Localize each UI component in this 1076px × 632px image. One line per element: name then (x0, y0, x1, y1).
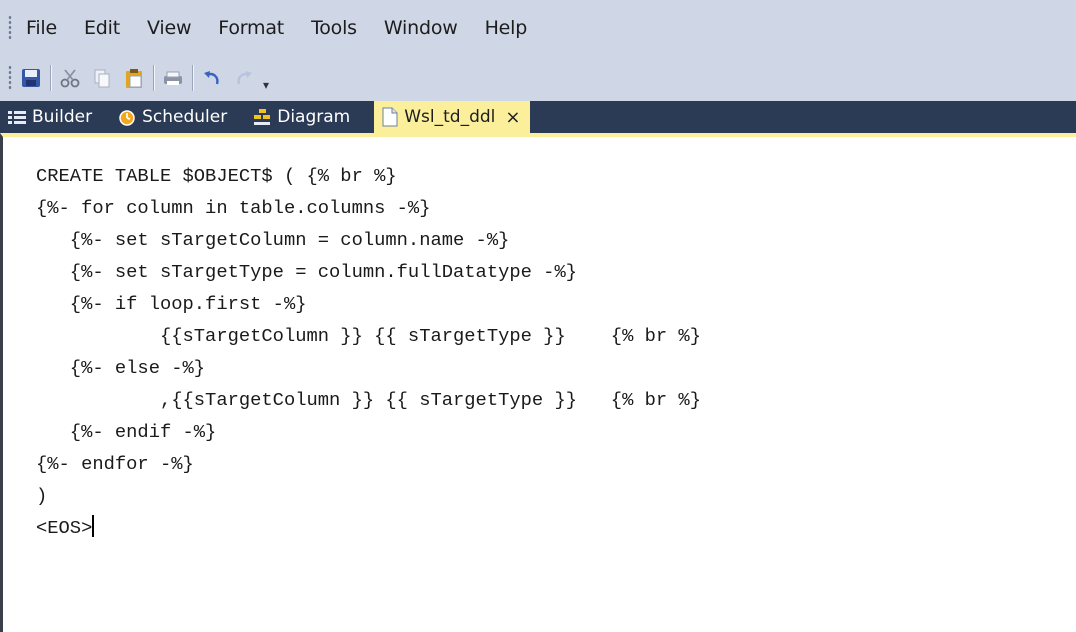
text-caret (92, 515, 95, 537)
menu-edit[interactable]: Edit (84, 17, 120, 39)
toolbar-separator (50, 65, 51, 91)
diagram-icon (253, 108, 271, 126)
menu-view[interactable]: View (147, 17, 191, 39)
tab-builder-label: Builder (32, 107, 93, 127)
code-text[interactable]: CREATE TABLE $OBJECT$ ( {% br %} {%- for … (36, 160, 701, 544)
menu-file[interactable]: File (26, 17, 57, 39)
paste-icon (126, 69, 142, 88)
paste-button[interactable] (121, 65, 147, 91)
print-button[interactable] (160, 65, 186, 91)
tab-wsl-td-ddl[interactable]: Wsl_td_ddl × (374, 101, 531, 133)
toolbar-separator (153, 65, 154, 91)
code-line: {%- else -%} (36, 357, 206, 379)
code-line: {%- set sTargetType = column.fullDatatyp… (36, 261, 577, 283)
menu-format[interactable]: Format (218, 17, 284, 39)
menu-tools[interactable]: Tools (311, 17, 357, 39)
code-line: {%- endfor -%} (36, 453, 194, 475)
editor-top-border (0, 133, 1076, 151)
code-line: {%- if loop.first -%} (36, 293, 307, 315)
print-icon (164, 71, 182, 85)
undo-icon (204, 71, 219, 85)
menu-help[interactable]: Help (485, 17, 528, 39)
tab-diagram[interactable]: Diagram (245, 101, 360, 133)
tab-wsl-td-ddl-label: Wsl_td_ddl (404, 107, 496, 127)
toolbar-grip-handle[interactable] (8, 65, 12, 91)
code-line: <EOS> (36, 517, 93, 539)
clock-icon (118, 108, 136, 126)
menu-window[interactable]: Window (384, 17, 458, 39)
save-button[interactable] (18, 65, 44, 91)
tab-diagram-label: Diagram (277, 107, 351, 127)
close-icon[interactable]: × (505, 107, 520, 128)
code-line: {%- endif -%} (36, 421, 217, 443)
code-line: ,{{sTargetColumn }} {{ sTargetType }} {%… (36, 389, 701, 411)
cut-button[interactable] (57, 65, 83, 91)
redo-icon (237, 71, 252, 85)
code-line-last: <EOS> (36, 512, 701, 544)
code-line: {%- set sTargetColumn = column.name -%} (36, 229, 510, 251)
document-tab-strip: Builder Scheduler Diagram Wsl_td_ddl × (0, 101, 1076, 133)
redo-button[interactable] (231, 65, 257, 91)
toolbar-overflow-icon[interactable]: ▾ (263, 78, 269, 92)
code-line: ) (36, 485, 48, 507)
save-icon (22, 69, 40, 87)
toolbar-separator (192, 65, 193, 91)
tab-builder[interactable]: Builder (0, 101, 102, 133)
copy-icon (94, 69, 110, 88)
code-line: CREATE TABLE $OBJECT$ ( {% br %} (36, 165, 397, 187)
tab-scheduler[interactable]: Scheduler (110, 101, 237, 133)
builder-icon (8, 110, 26, 124)
menu-bar: File Edit View Format Tools Window Help (0, 0, 1076, 55)
menu-grip-handle[interactable] (8, 14, 12, 41)
copy-button[interactable] (89, 65, 115, 91)
code-line: {%- for column in table.columns -%} (36, 197, 431, 219)
tab-scheduler-label: Scheduler (142, 107, 228, 127)
undo-button[interactable] (199, 65, 225, 91)
cut-icon (60, 69, 80, 88)
toolbar: ▾ (0, 55, 1076, 101)
document-icon (382, 107, 398, 127)
code-line: {{sTargetColumn }} {{ sTargetType }} {% … (36, 325, 701, 347)
